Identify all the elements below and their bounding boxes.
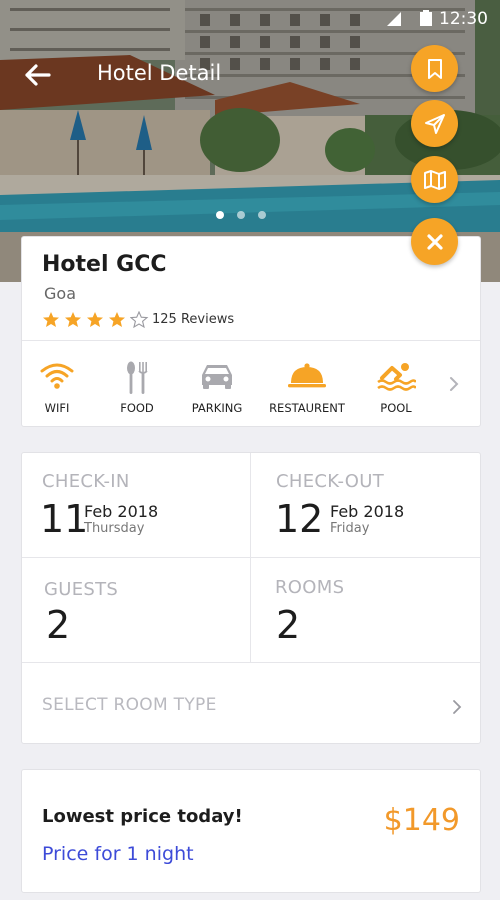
back-arrow-icon[interactable]: [22, 60, 52, 90]
star-filled-icon: [109, 312, 125, 327]
chevron-right-icon[interactable]: [446, 374, 462, 394]
fork-spoon-icon: [127, 361, 148, 394]
rooms-label: ROOMS: [275, 577, 345, 598]
carousel-indicator: [216, 211, 276, 221]
status-bar: 12:30: [0, 0, 500, 34]
hotel-name: Hotel GCC: [42, 252, 167, 277]
price-card[interactable]: Lowest price today! Price for 1 night $1…: [21, 769, 481, 893]
bookmark-icon: [427, 58, 442, 79]
checkout-label: CHECK-OUT: [276, 471, 384, 492]
wifi-icon: [40, 363, 74, 389]
star-rating: [42, 311, 152, 329]
star-filled-icon: [43, 312, 59, 327]
map-button[interactable]: [411, 156, 458, 203]
guests-count: 2: [46, 603, 71, 647]
checkout-field[interactable]: CHECK-OUT 12 Feb 2018 Friday: [251, 453, 480, 557]
battery-icon: [420, 10, 432, 26]
hotel-city: Goa: [44, 284, 76, 303]
select-room-type[interactable]: SELECT ROOM TYPE: [22, 663, 480, 743]
carousel-dot[interactable]: [216, 211, 224, 219]
guests-label: GUESTS: [44, 579, 119, 600]
checkout-month: Feb 2018: [330, 502, 405, 521]
status-time: 12:30: [439, 9, 488, 29]
checkin-day: 11: [40, 497, 89, 541]
checkin-month: Feb 2018: [84, 502, 159, 521]
signal-icon: [387, 12, 401, 26]
checkout-weekday: Friday: [330, 521, 370, 536]
cloche-icon: [288, 363, 326, 388]
checkin-field[interactable]: CHECK-IN 11 Feb 2018 Thursday: [22, 453, 250, 557]
guests-field[interactable]: GUESTS 2: [22, 558, 250, 662]
star-filled-icon: [87, 312, 103, 327]
map-icon: [423, 169, 446, 190]
amenity-label: POOL: [380, 401, 412, 415]
hotel-info-card: Hotel GCC Goa 125 Reviews WIFI FOOD PARK…: [21, 236, 481, 427]
booking-card: CHECK-IN 11 Feb 2018 Thursday CHECK-OUT …: [21, 452, 481, 744]
amenity-wifi[interactable]: WIFI: [12, 355, 102, 415]
bookmark-button[interactable]: [411, 45, 458, 92]
price-title: Lowest price today!: [42, 806, 243, 827]
send-icon: [424, 113, 445, 134]
rooms-field[interactable]: ROOMS 2: [251, 558, 480, 662]
star-filled-icon: [65, 312, 81, 327]
amenity-restaurant[interactable]: RESTAURENT: [262, 355, 352, 415]
star-empty-icon: [130, 311, 149, 329]
chevron-right-icon: [453, 700, 462, 714]
rooms-count: 2: [276, 603, 301, 647]
reviews-count[interactable]: 125 Reviews: [152, 312, 234, 327]
share-button[interactable]: [411, 100, 458, 147]
amenity-label: FOOD: [120, 401, 154, 415]
amenity-food[interactable]: FOOD: [92, 355, 182, 415]
price-subtitle: Price for 1 night: [42, 843, 194, 865]
car-icon: [202, 365, 232, 389]
checkin-weekday: Thursday: [84, 521, 145, 536]
carousel-dot[interactable]: [258, 211, 266, 219]
close-icon: [426, 233, 443, 250]
app-bar: Hotel Detail: [0, 56, 400, 92]
amenity-label: PARKING: [191, 401, 243, 415]
amenity-label: WIFI: [44, 401, 70, 415]
carousel-dot[interactable]: [237, 211, 245, 219]
price-value: $149: [383, 803, 460, 838]
checkin-label: CHECK-IN: [42, 471, 130, 492]
amenity-label: RESTAURENT: [269, 401, 345, 415]
room-type-label: SELECT ROOM TYPE: [42, 695, 217, 715]
swimmer-icon: [377, 363, 416, 391]
amenity-parking[interactable]: PARKING: [172, 355, 262, 415]
checkout-day: 12: [275, 497, 324, 541]
page-title: Hotel Detail: [97, 61, 222, 85]
close-button[interactable]: [411, 218, 458, 265]
divider: [22, 340, 480, 341]
amenity-pool[interactable]: POOL: [351, 355, 441, 415]
